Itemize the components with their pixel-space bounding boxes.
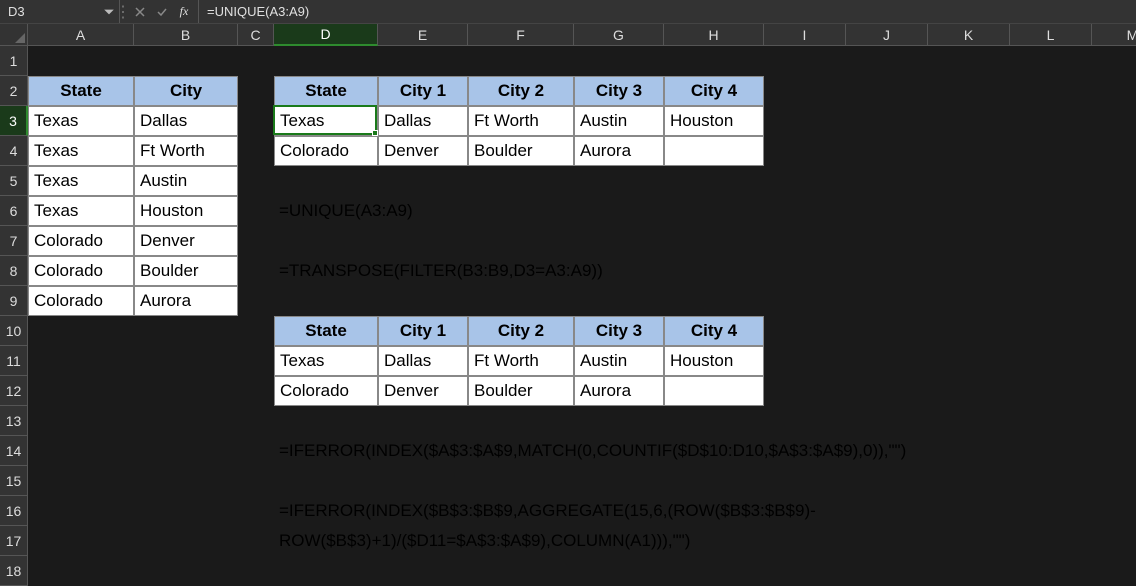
table-cell[interactable]: Dallas bbox=[378, 106, 468, 136]
table-cell[interactable]: Colorado bbox=[274, 376, 378, 406]
table-cell[interactable]: Colorado bbox=[28, 226, 134, 256]
row-header[interactable]: 3 bbox=[0, 106, 28, 136]
table-cell[interactable]: Denver bbox=[378, 136, 468, 166]
chevron-down-icon bbox=[103, 6, 115, 18]
triangle-icon bbox=[15, 33, 25, 43]
table-cell[interactable]: Colorado bbox=[28, 286, 134, 316]
table-cell[interactable]: Colorado bbox=[274, 136, 378, 166]
table-cell[interactable]: Texas bbox=[28, 196, 134, 226]
table-cell[interactable]: Texas bbox=[274, 346, 378, 376]
row-header[interactable]: 5 bbox=[0, 166, 28, 196]
table-cell[interactable]: Boulder bbox=[468, 376, 574, 406]
table-cell[interactable]: Aurora bbox=[574, 136, 664, 166]
row-header[interactable]: 4 bbox=[0, 136, 28, 166]
table-cell[interactable]: Houston bbox=[664, 106, 764, 136]
column-header[interactable]: H bbox=[664, 24, 764, 46]
table-cell[interactable]: Texas bbox=[274, 106, 378, 136]
column-header[interactable]: L bbox=[1010, 24, 1092, 46]
table-cell[interactable] bbox=[664, 376, 764, 406]
table-header-cell[interactable]: City 1 bbox=[378, 76, 468, 106]
row-header[interactable]: 7 bbox=[0, 226, 28, 256]
table-cell[interactable]: Denver bbox=[378, 376, 468, 406]
table-header-cell[interactable]: State bbox=[28, 76, 134, 106]
table-header-cell[interactable]: City 3 bbox=[574, 76, 664, 106]
row-header[interactable]: 9 bbox=[0, 286, 28, 316]
row-header[interactable]: 1 bbox=[0, 46, 28, 76]
table-cell[interactable]: Texas bbox=[28, 136, 134, 166]
table-cell[interactable]: Austin bbox=[574, 106, 664, 136]
table-cell[interactable]: Ft Worth bbox=[468, 346, 574, 376]
table-cell[interactable]: Aurora bbox=[574, 376, 664, 406]
row-header[interactable]: 11 bbox=[0, 346, 28, 376]
column-header[interactable]: J bbox=[846, 24, 928, 46]
table-cell[interactable]: Denver bbox=[134, 226, 238, 256]
table-header-cell[interactable]: City 2 bbox=[468, 76, 574, 106]
column-header[interactable]: K bbox=[928, 24, 1010, 46]
table-header-cell[interactable]: City 3 bbox=[574, 316, 664, 346]
row-header[interactable]: 8 bbox=[0, 256, 28, 286]
row-header[interactable]: 10 bbox=[0, 316, 28, 346]
table-cell[interactable]: Austin bbox=[574, 346, 664, 376]
table-header-cell[interactable]: City 4 bbox=[664, 76, 764, 106]
cell-text[interactable]: =IFERROR(INDEX($B$3:$B$9,AGGREGATE(15,6,… bbox=[274, 496, 1136, 526]
row-header[interactable]: 14 bbox=[0, 436, 28, 466]
name-box[interactable]: D3 bbox=[0, 0, 120, 23]
table-cell[interactable]: Texas bbox=[28, 106, 134, 136]
cell-text[interactable]: =IFERROR(INDEX($A$3:$A$9,MATCH(0,COUNTIF… bbox=[274, 436, 1136, 466]
name-box-value: D3 bbox=[4, 4, 103, 19]
column-header[interactable]: B bbox=[134, 24, 238, 46]
column-header[interactable]: C bbox=[238, 24, 274, 46]
row-header[interactable]: 2 bbox=[0, 76, 28, 106]
row-header[interactable]: 15 bbox=[0, 466, 28, 496]
column-header[interactable]: E bbox=[378, 24, 468, 46]
enter-icon[interactable] bbox=[156, 6, 168, 18]
column-headers: ABCDEFGHIJKLM bbox=[28, 24, 1136, 46]
formula-bar: D3 ⋮ fx =UNIQUE(A3:A9) bbox=[0, 0, 1136, 24]
table-cell[interactable]: Ft Worth bbox=[468, 106, 574, 136]
table-cell[interactable]: Dallas bbox=[378, 346, 468, 376]
table-cell[interactable] bbox=[664, 136, 764, 166]
cancel-icon[interactable] bbox=[134, 6, 146, 18]
select-all-corner[interactable] bbox=[0, 24, 28, 46]
table-cell[interactable]: Austin bbox=[134, 166, 238, 196]
formula-input[interactable]: =UNIQUE(A3:A9) bbox=[199, 0, 1136, 23]
table-header-cell[interactable]: City bbox=[134, 76, 238, 106]
table-header-cell[interactable]: City 1 bbox=[378, 316, 468, 346]
row-header[interactable]: 16 bbox=[0, 496, 28, 526]
table-header-cell[interactable]: City 4 bbox=[664, 316, 764, 346]
row-header[interactable]: 12 bbox=[0, 376, 28, 406]
table-cell[interactable]: Aurora bbox=[134, 286, 238, 316]
table-cell[interactable]: Boulder bbox=[468, 136, 574, 166]
formula-bar-buttons: fx bbox=[126, 0, 199, 23]
column-header[interactable]: A bbox=[28, 24, 134, 46]
table-header-cell[interactable]: State bbox=[274, 76, 378, 106]
row-header[interactable]: 17 bbox=[0, 526, 28, 556]
row-header[interactable]: 6 bbox=[0, 196, 28, 226]
column-header[interactable]: M bbox=[1092, 24, 1136, 46]
table-header-cell[interactable]: State bbox=[274, 316, 378, 346]
cell-text[interactable]: =TRANSPOSE(FILTER(B3:B9,D3=A3:A9)) bbox=[274, 256, 846, 286]
row-header[interactable]: 13 bbox=[0, 406, 28, 436]
row-header[interactable]: 18 bbox=[0, 556, 28, 586]
fx-icon[interactable]: fx bbox=[178, 6, 190, 18]
table-cell[interactable]: Ft Worth bbox=[134, 136, 238, 166]
column-header[interactable]: F bbox=[468, 24, 574, 46]
table-cell[interactable]: Dallas bbox=[134, 106, 238, 136]
table-cell[interactable]: Colorado bbox=[28, 256, 134, 286]
table-header-cell[interactable]: City 2 bbox=[468, 316, 574, 346]
column-header[interactable]: D bbox=[274, 24, 378, 46]
cell-text[interactable]: ROW($B$3)+1)/($D11=$A$3:$A$9),COLUMN(A1)… bbox=[274, 526, 1136, 556]
column-header[interactable]: I bbox=[764, 24, 846, 46]
table-cell[interactable]: Texas bbox=[28, 166, 134, 196]
row-headers: 123456789101112131415161718 bbox=[0, 46, 28, 586]
column-header[interactable]: G bbox=[574, 24, 664, 46]
table-cell[interactable]: Houston bbox=[664, 346, 764, 376]
table-cell[interactable]: Boulder bbox=[134, 256, 238, 286]
cell-text[interactable]: =UNIQUE(A3:A9) bbox=[274, 196, 846, 226]
table-cell[interactable]: Houston bbox=[134, 196, 238, 226]
